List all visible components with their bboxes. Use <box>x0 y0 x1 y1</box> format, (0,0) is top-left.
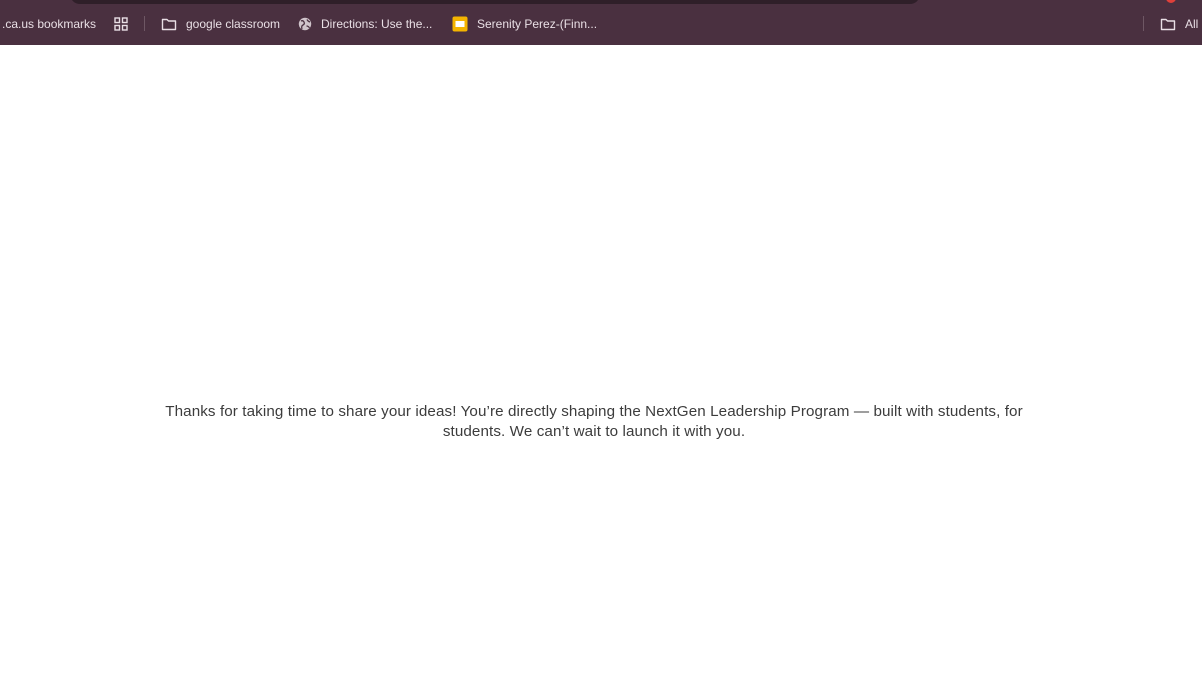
bookmarks-separator-right <box>1143 16 1144 31</box>
bookmark-serenity-perez[interactable]: Serenity Perez-(Finn... <box>452 12 597 36</box>
bookmarks-separator <box>144 16 145 31</box>
all-bookmarks-button[interactable]: All <box>1160 12 1198 36</box>
bookmark-label: Directions: Use the... <box>321 17 433 31</box>
bookmark-label: .ca.us bookmarks <box>2 17 97 31</box>
apps-grid-button[interactable] <box>114 12 128 36</box>
apps-grid-icon <box>114 17 128 31</box>
bookmark-directions[interactable]: Directions: Use the... <box>298 12 432 36</box>
bookmark-label: Serenity Perez-(Finn... <box>477 17 598 31</box>
bookmark-partial-ca-us[interactable]: .ca.us bookmarks <box>2 12 96 36</box>
folder-icon <box>161 17 177 31</box>
all-bookmarks-label: All <box>1185 17 1199 31</box>
bookmarks-bar: .ca.us bookmarks google classroom Direct… <box>0 0 1202 45</box>
notification-indicator <box>1166 0 1176 3</box>
folder-icon <box>1160 17 1176 31</box>
bookmark-label: google classroom <box>186 17 281 31</box>
globe-icon <box>298 17 312 31</box>
bookmark-google-classroom[interactable]: google classroom <box>161 12 280 36</box>
confirmation-message: Thanks for taking time to share your ide… <box>165 403 1023 440</box>
slides-icon <box>452 16 468 32</box>
address-bar-edge[interactable] <box>70 0 920 4</box>
